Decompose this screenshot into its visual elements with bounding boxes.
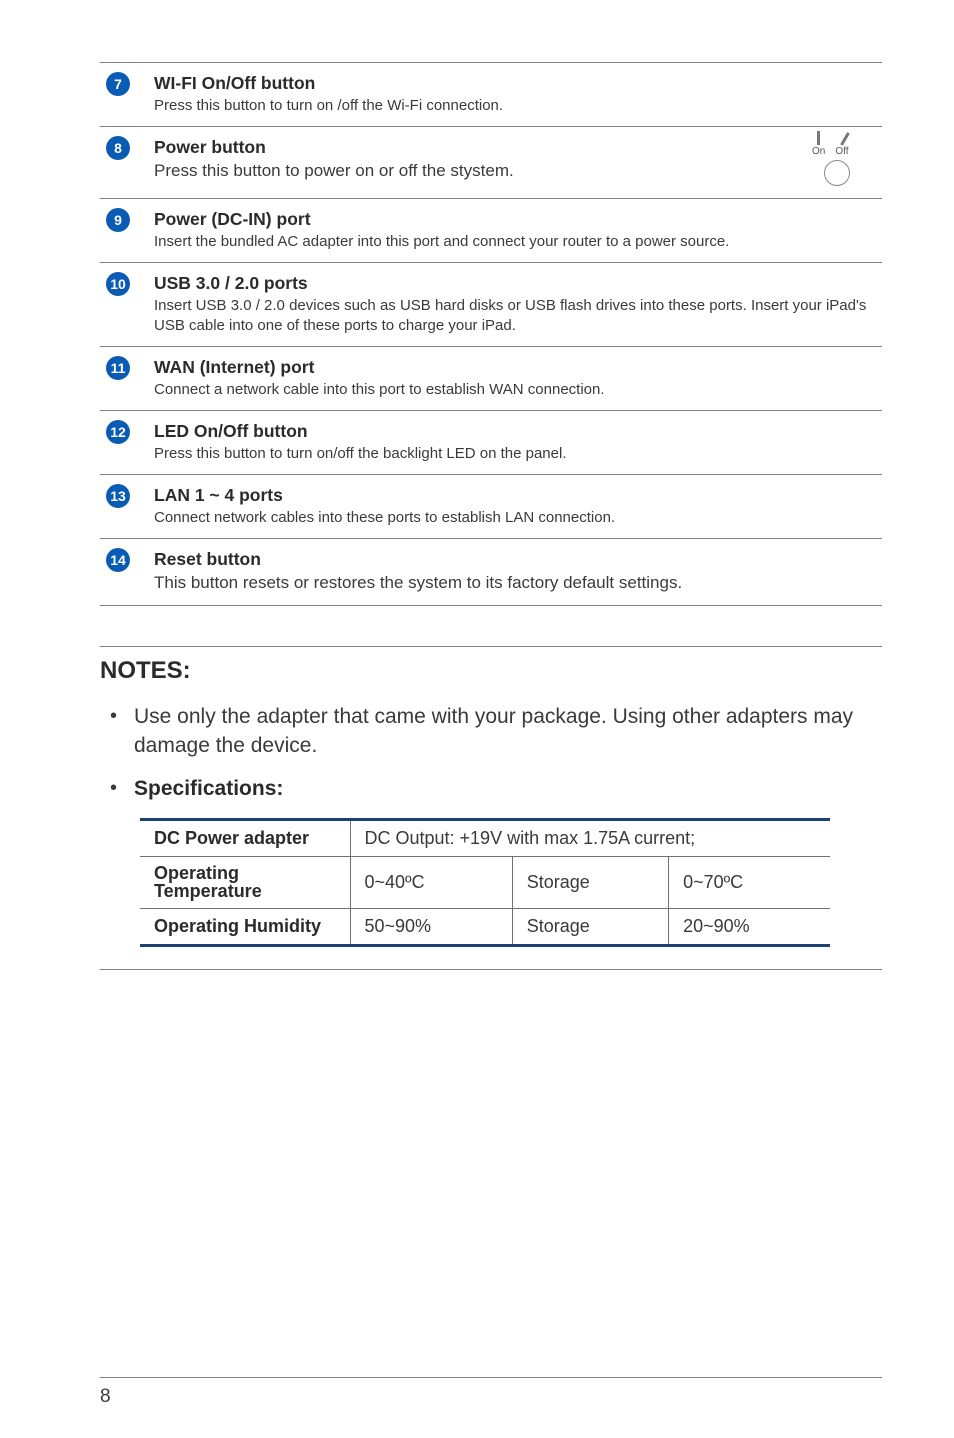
notes-separator-bottom — [100, 969, 882, 970]
feature-number-badge: 7 — [106, 72, 130, 96]
notes-separator-top — [100, 646, 882, 647]
spec-header-line: Operating — [154, 864, 336, 883]
spec-header-line: Temperature — [154, 882, 336, 901]
feature-title: LED On/Off button — [154, 420, 876, 444]
spec-cell: 0~40ºC — [350, 856, 512, 909]
feature-row: 14 Reset buttonThis button resets or rest… — [100, 539, 882, 606]
feature-number-cell: 8 — [100, 126, 148, 199]
feature-number-cell: 7 — [100, 63, 148, 127]
feature-title: WAN (Internet) port — [154, 356, 876, 380]
feature-number-badge: 8 — [106, 136, 130, 160]
spec-row: Operating Humidity50~90%Storage20~90% — [140, 909, 830, 946]
feature-number-cell: 12 — [100, 411, 148, 475]
feature-row: 8 Power buttonPress this button to power … — [100, 126, 882, 199]
feature-number-badge: 13 — [106, 484, 130, 508]
power-switch-icon: On Off — [812, 131, 872, 186]
spec-cell: 50~90% — [350, 909, 512, 946]
feature-row: 9 Power (DC-IN) portInsert the bundled AC… — [100, 199, 882, 263]
feature-body-cell: LED On/Off buttonPress this button to tu… — [148, 411, 882, 475]
feature-body-cell: Power buttonPress this button to power o… — [148, 126, 882, 199]
spec-cell: Storage — [512, 856, 668, 909]
feature-description: Connect network cables into these ports … — [154, 508, 876, 528]
notes-heading: NOTES: — [100, 657, 882, 685]
spec-row: OperatingTemperature0~40ºCStorage0~70ºC — [140, 856, 830, 909]
feature-title: WI-FI On/Off button — [154, 72, 876, 96]
feature-number-badge: 11 — [106, 356, 130, 380]
feature-number-badge: 10 — [106, 272, 130, 296]
spec-row: DC Power adapterDC Output: +19V with max… — [140, 819, 830, 856]
feature-description: Insert the bundled AC adapter into this … — [154, 232, 876, 252]
feature-number-cell: 10 — [100, 263, 148, 347]
feature-description: Press this button to turn on /off the Wi… — [154, 96, 876, 116]
switch-off-label: Off — [835, 146, 848, 157]
page-bottom-rule — [100, 1377, 882, 1378]
spec-row-header: DC Power adapter — [140, 819, 350, 856]
feature-body-cell: USB 3.0 / 2.0 portsInsert USB 3.0 / 2.0 … — [148, 263, 882, 347]
notes-item: Use only the adapter that came with your… — [104, 703, 878, 761]
feature-number-badge: 12 — [106, 420, 130, 444]
spec-cell: DC Output: +19V with max 1.75A current; — [350, 819, 830, 856]
feature-title: USB 3.0 / 2.0 ports — [154, 272, 876, 296]
feature-number-cell: 13 — [100, 475, 148, 539]
feature-body-cell: WI-FI On/Off buttonPress this button to … — [148, 63, 882, 127]
feature-description: This button resets or restores the syste… — [154, 572, 876, 595]
feature-body-cell: LAN 1 ~ 4 portsConnect network cables in… — [148, 475, 882, 539]
feature-description: Press this button to power on or off the… — [154, 160, 876, 183]
feature-number-cell: 11 — [100, 347, 148, 411]
notes-item: Specifications: — [104, 775, 878, 804]
feature-row: 12 LED On/Off buttonPress this button to … — [100, 411, 882, 475]
feature-row: 13 LAN 1 ~ 4 portsConnect network cables … — [100, 475, 882, 539]
specifications-label: Specifications: — [134, 777, 283, 800]
feature-number-badge: 9 — [106, 208, 130, 232]
power-button-icon — [824, 160, 850, 186]
spec-cell: 20~90% — [669, 909, 830, 946]
page-number: 8 — [100, 1386, 111, 1408]
feature-title: Power (DC-IN) port — [154, 208, 876, 232]
feature-description: Connect a network cable into this port t… — [154, 380, 876, 400]
notes-list: Use only the adapter that came with your… — [100, 703, 882, 804]
spec-row-header: Operating Humidity — [140, 909, 350, 946]
spec-table: DC Power adapterDC Output: +19V with max… — [140, 818, 830, 948]
feature-number-cell: 9 — [100, 199, 148, 263]
feature-table: 7WI-FI On/Off buttonPress this button to… — [100, 62, 882, 606]
feature-row: 11 WAN (Internet) portConnect a network c… — [100, 347, 882, 411]
switch-on-label: On — [812, 146, 825, 157]
feature-description: Press this button to turn on/off the bac… — [154, 444, 876, 464]
feature-row: 7 WI-FI On/Off buttonPress this button to… — [100, 63, 882, 127]
feature-body-cell: Power (DC-IN) portInsert the bundled AC … — [148, 199, 882, 263]
spec-cell: Storage — [512, 909, 668, 946]
spec-row-header: OperatingTemperature — [140, 856, 350, 909]
spec-cell: 0~70ºC — [669, 856, 830, 909]
feature-row: 10 USB 3.0 / 2.0 portsInsert USB 3.0 / 2.… — [100, 263, 882, 347]
feature-number-badge: 14 — [106, 548, 130, 572]
feature-body-cell: WAN (Internet) portConnect a network cab… — [148, 347, 882, 411]
feature-body-cell: Reset buttonThis button resets or restor… — [148, 539, 882, 606]
feature-title: Power button — [154, 136, 876, 160]
feature-title: Reset button — [154, 548, 876, 572]
feature-description: Insert USB 3.0 / 2.0 devices such as USB… — [154, 296, 876, 337]
feature-number-cell: 14 — [100, 539, 148, 606]
feature-title: LAN 1 ~ 4 ports — [154, 484, 876, 508]
